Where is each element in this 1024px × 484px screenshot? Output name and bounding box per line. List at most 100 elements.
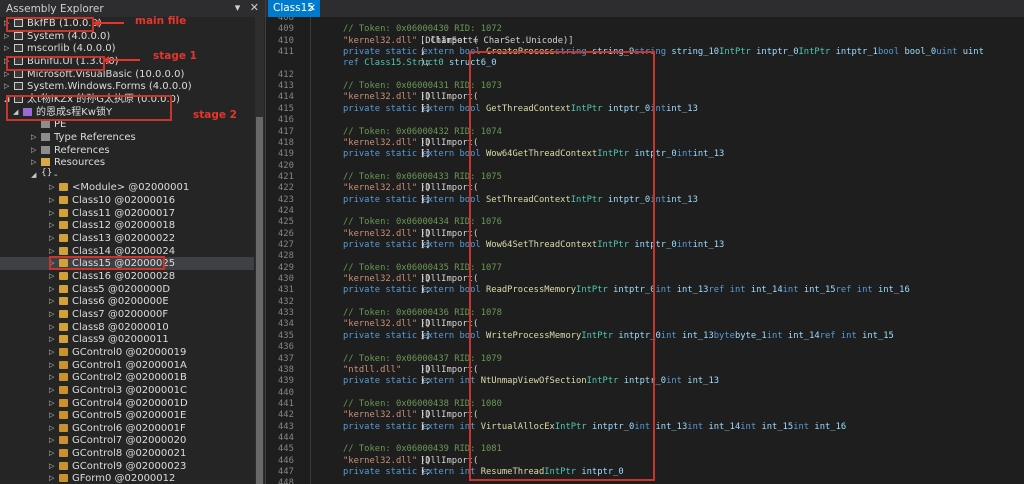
code-line[interactable]: 416	[266, 115, 1024, 126]
tree-item[interactable]: ▷ Class7 @0200000F	[0, 308, 254, 321]
collapsed-arrow-icon[interactable]: ▷	[49, 371, 57, 384]
tree-item[interactable]: ▷ GForm0 @02000012	[0, 472, 254, 484]
collapsed-arrow-icon[interactable]: ▷	[49, 181, 57, 194]
collapsed-arrow-icon[interactable]: ▷	[4, 68, 12, 81]
tree-item[interactable]: ▷ GControl7 @02000020	[0, 434, 254, 447]
code-line[interactable]: 417 // Token: 0x06000432 RID: 1074	[266, 127, 1024, 138]
tree-item[interactable]: ▷ GControl2 @0200001B	[0, 371, 254, 384]
code-line[interactable]: 437 // Token: 0x06000437 RID: 1079	[266, 354, 1024, 365]
collapsed-arrow-icon[interactable]: ▷	[49, 472, 57, 484]
tree-item[interactable]: ▷ Class8 @02000010	[0, 321, 254, 334]
tree-item[interactable]: ▷ Microsoft.VisualBasic (10.0.0.0)	[0, 68, 254, 81]
code-editor[interactable]: 408 409 // Token: 0x06000430 RID: 1072 410 […	[266, 17, 1024, 484]
close-icon[interactable]: ✕	[250, 1, 259, 14]
code-line[interactable]: 432	[266, 297, 1024, 308]
expanded-arrow-icon[interactable]: ◢	[31, 169, 39, 182]
collapsed-arrow-icon[interactable]: ▷	[49, 257, 57, 270]
tree-item[interactable]: ◢{} -	[0, 168, 254, 182]
tree-item[interactable]: ▷ Class6 @0200000E	[0, 295, 254, 308]
tree-scrollbar[interactable]	[255, 17, 264, 484]
code-line[interactable]: 441 // Token: 0x06000438 RID: 1080	[266, 399, 1024, 410]
code-line[interactable]: 418 [DllImport("kernel32.dll")]	[266, 138, 1024, 149]
collapsed-arrow-icon[interactable]: ▷	[49, 308, 57, 321]
collapsed-arrow-icon[interactable]: ▷	[49, 447, 57, 460]
tree-item[interactable]: ▷ GControl0 @02000019	[0, 346, 254, 359]
pin-icon[interactable]: ▾	[235, 1, 241, 14]
code-line[interactable]: 435 private static extern bool WriteProce…	[266, 331, 1024, 342]
collapsed-arrow-icon[interactable]: ▷	[4, 55, 12, 68]
collapsed-arrow-icon[interactable]: ▷	[49, 409, 57, 422]
tree-item[interactable]: ▷ System (4.0.0.0)	[0, 30, 254, 43]
collapsed-arrow-icon[interactable]: ▷	[49, 270, 57, 283]
expanded-arrow-icon[interactable]: ◢	[13, 106, 21, 119]
code-line[interactable]: 431 private static extern bool ReadProces…	[266, 285, 1024, 296]
code-line[interactable]: 421 // Token: 0x06000433 RID: 1075	[266, 172, 1024, 183]
code-line[interactable]: 415 private static extern bool GetThreadC…	[266, 104, 1024, 115]
code-line[interactable]: 425 // Token: 0x06000434 RID: 1076	[266, 217, 1024, 228]
code-line[interactable]: 439 private static extern int NtUnmapView…	[266, 376, 1024, 387]
tab-class15[interactable]: Class15 ✕	[268, 0, 320, 17]
code-line[interactable]: ref Class15.Struct0 struct6_0);	[266, 58, 1024, 69]
tree-item[interactable]: ▷ GControl1 @0200001A	[0, 359, 254, 372]
collapsed-arrow-icon[interactable]: ▷	[49, 359, 57, 372]
collapsed-arrow-icon[interactable]: ▷	[4, 80, 12, 93]
code-line[interactable]: 448	[266, 478, 1024, 484]
tree-item[interactable]: ▷ Class5 @0200000D	[0, 283, 254, 296]
collapsed-arrow-icon[interactable]: ▷	[4, 30, 12, 43]
code-line[interactable]: 444	[266, 433, 1024, 444]
expanded-arrow-icon[interactable]: ◢	[4, 93, 12, 106]
code-line[interactable]: 424	[266, 206, 1024, 217]
tree-item[interactable]: ▷ Class14 @02000024	[0, 245, 254, 258]
tree-item[interactable]: ▷ Class12 @02000018	[0, 219, 254, 232]
tree-item[interactable]: ▷ GControl6 @0200001F	[0, 422, 254, 435]
collapsed-arrow-icon[interactable]: ▷	[49, 384, 57, 397]
tab-close-icon[interactable]: ✕	[308, 0, 316, 17]
tree-item[interactable]: ▷ Class13 @02000022	[0, 232, 254, 245]
code-line[interactable]: 413 // Token: 0x06000431 RID: 1073	[266, 81, 1024, 92]
tree-item[interactable]: ▷ Type References	[0, 131, 254, 144]
tree-item[interactable]: ◢ 太t物iKZx 的孙G太执原 (0.0.0.0)	[0, 93, 254, 106]
tree-item[interactable]: ▷ GControl8 @02000021	[0, 447, 254, 460]
collapsed-arrow-icon[interactable]: ▷	[31, 131, 39, 144]
collapsed-arrow-icon[interactable]: ▷	[49, 333, 57, 346]
code-line[interactable]: 414 [DllImport("kernel32.dll")]	[266, 92, 1024, 103]
code-line[interactable]: 446 [DllImport("kernel32.dll")]	[266, 456, 1024, 467]
collapsed-arrow-icon[interactable]: ▷	[49, 219, 57, 232]
collapsed-arrow-icon[interactable]: ▷	[49, 232, 57, 245]
code-line[interactable]: 434 [DllImport("kernel32.dll")]	[266, 319, 1024, 330]
code-line[interactable]: 438 [DllImport("ntdll.dll")]	[266, 365, 1024, 376]
tree-item[interactable]: ▷ BkfFB (1.0.0.0)	[0, 17, 254, 30]
collapsed-arrow-icon[interactable]: ▷	[4, 17, 12, 30]
code-line[interactable]: 411 private static extern bool CreateProc…	[266, 47, 1024, 58]
tree-item[interactable]: ▷ GControl5 @0200001E	[0, 409, 254, 422]
collapsed-arrow-icon[interactable]: ▷	[49, 321, 57, 334]
code-line[interactable]: 410 [DllImport("kernel32.dll", CharSet = …	[266, 36, 1024, 47]
tree-item[interactable]: ▷ Class15 @02000025	[0, 257, 254, 271]
tree-item[interactable]: ▷ Class11 @02000017	[0, 207, 254, 220]
collapsed-arrow-icon[interactable]: ▷	[49, 422, 57, 435]
tree-item[interactable]: ▷ Class9 @02000011	[0, 333, 254, 346]
code-line[interactable]: 429 // Token: 0x06000435 RID: 1077	[266, 263, 1024, 274]
tree-item[interactable]: ▷ <Module> @02000001	[0, 181, 254, 194]
collapsed-arrow-icon[interactable]: ▷	[49, 346, 57, 359]
collapsed-arrow-icon[interactable]: ▷	[49, 245, 57, 258]
collapsed-arrow-icon[interactable]: ▷	[49, 460, 57, 473]
tree-item[interactable]: ▷ Resources	[0, 156, 254, 169]
tree-scroll-thumb[interactable]	[256, 117, 263, 484]
collapsed-arrow-icon[interactable]: ▷	[31, 156, 39, 169]
tree-item[interactable]: ▷ Class16 @02000028	[0, 270, 254, 283]
collapsed-arrow-icon[interactable]: ▷	[49, 283, 57, 296]
code-line[interactable]: 445 // Token: 0x06000439 RID: 1081	[266, 444, 1024, 455]
collapsed-arrow-icon[interactable]: ▷	[49, 397, 57, 410]
code-line[interactable]: 433 // Token: 0x06000436 RID: 1078	[266, 308, 1024, 319]
tree-item[interactable]: ▷ Bunifu.UI (1.3.0.0)	[0, 55, 254, 68]
code-line[interactable]: 436	[266, 342, 1024, 353]
tree-item[interactable]: ▷ Class10 @02000016	[0, 194, 254, 207]
tree-item[interactable]: ▷ mscorlib (4.0.0.0)	[0, 42, 254, 55]
code-line[interactable]: 422 [DllImport("kernel32.dll")]	[266, 183, 1024, 194]
tree-item[interactable]: ▷ GControl3 @0200001C	[0, 384, 254, 397]
tree-item[interactable]: ▷ System.Windows.Forms (4.0.0.0)	[0, 80, 254, 93]
code-line[interactable]: 447 private static extern int ResumeThrea…	[266, 467, 1024, 478]
code-line[interactable]: 442 [DllImport("kernel32.dll")]	[266, 410, 1024, 421]
collapsed-arrow-icon[interactable]: ▷	[49, 207, 57, 220]
